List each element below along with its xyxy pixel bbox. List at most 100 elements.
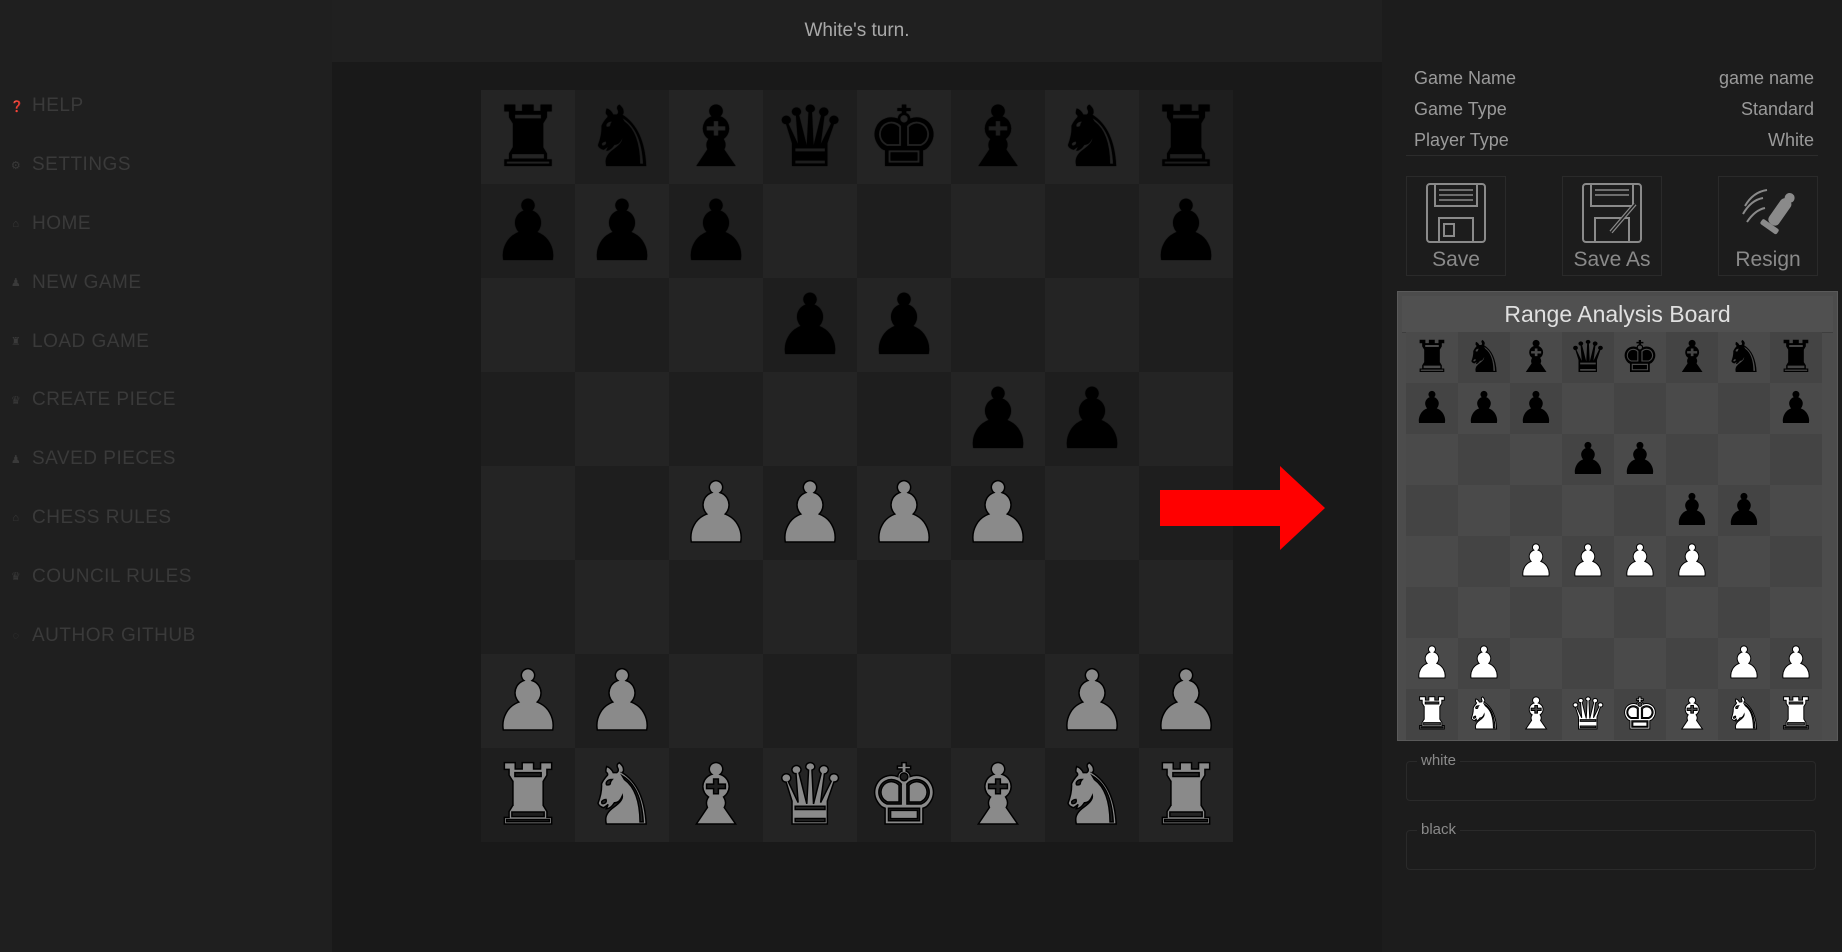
board-square[interactable]: ♝	[669, 90, 763, 184]
board-square[interactable]	[1458, 587, 1510, 638]
board-square[interactable]	[1045, 184, 1139, 278]
board-square[interactable]	[1458, 536, 1510, 587]
board-square[interactable]: ♟	[481, 654, 575, 748]
white-queen-piece[interactable]: ♛	[772, 752, 849, 838]
board-square[interactable]: ♟	[1139, 654, 1233, 748]
white-king-piece[interactable]: ♚	[1620, 692, 1660, 737]
board-square[interactable]	[669, 278, 763, 372]
black-knight-piece[interactable]: ♞	[1724, 335, 1763, 380]
board-square[interactable]: ♜	[1406, 689, 1458, 740]
board-square[interactable]	[1510, 638, 1562, 689]
board-square[interactable]	[1510, 587, 1562, 638]
black-bishop-piece[interactable]: ♝	[678, 95, 753, 179]
board-square[interactable]	[1614, 485, 1666, 536]
board-square[interactable]: ♟	[1406, 638, 1458, 689]
board-square[interactable]	[763, 654, 857, 748]
board-square[interactable]: ♜	[481, 90, 575, 184]
white-knight-piece[interactable]: ♞	[1464, 692, 1504, 737]
board-square[interactable]: ♟	[1666, 485, 1718, 536]
black-bishop-piece[interactable]: ♝	[1672, 335, 1711, 380]
board-square[interactable]: ♟	[1406, 383, 1458, 434]
board-square[interactable]	[1770, 587, 1822, 638]
board-square[interactable]: ♛	[1562, 332, 1614, 383]
white-bishop-piece[interactable]: ♝	[678, 752, 755, 838]
board-square[interactable]	[1718, 536, 1770, 587]
black-pawn-piece[interactable]: ♟	[772, 283, 847, 367]
board-square[interactable]	[481, 560, 575, 654]
board-square[interactable]: ♜	[1406, 332, 1458, 383]
black-knight-piece[interactable]: ♞	[1464, 335, 1503, 380]
white-pawn-piece[interactable]: ♟	[1412, 641, 1452, 686]
white-queen-piece[interactable]: ♛	[1568, 692, 1608, 737]
board-square[interactable]	[1666, 587, 1718, 638]
sidebar-item-settings[interactable]: ⚙ SETTINGS	[0, 136, 332, 195]
white-knight-piece[interactable]: ♞	[1724, 692, 1764, 737]
black-pawn-piece[interactable]: ♟	[1148, 189, 1223, 273]
white-pawn-piece[interactable]: ♟	[1054, 658, 1131, 744]
board-square[interactable]: ♞	[1045, 90, 1139, 184]
white-pawn-piece[interactable]: ♟	[1724, 641, 1764, 686]
board-square[interactable]: ♟	[763, 466, 857, 560]
board-square[interactable]: ♝	[1510, 689, 1562, 740]
black-king-piece[interactable]: ♚	[1620, 335, 1659, 380]
board-square[interactable]	[1562, 485, 1614, 536]
sidebar-item-home[interactable]: ⌂ HOME	[0, 195, 332, 254]
board-square[interactable]: ♜	[1139, 748, 1233, 842]
resign-button[interactable]: Resign	[1718, 176, 1818, 276]
board-square[interactable]: ♟	[481, 184, 575, 278]
white-bishop-piece[interactable]: ♝	[1672, 692, 1712, 737]
white-bishop-piece[interactable]: ♝	[1516, 692, 1556, 737]
board-square[interactable]	[1770, 434, 1822, 485]
board-square[interactable]: ♜	[1770, 689, 1822, 740]
black-rook-piece[interactable]: ♜	[1412, 335, 1451, 380]
board-square[interactable]: ♝	[1666, 332, 1718, 383]
board-square[interactable]	[1614, 587, 1666, 638]
board-square[interactable]: ♝	[1510, 332, 1562, 383]
white-pawn-piece[interactable]: ♟	[960, 470, 1037, 556]
board-square[interactable]	[669, 654, 763, 748]
board-square[interactable]: ♟	[1718, 638, 1770, 689]
board-square[interactable]: ♞	[1718, 689, 1770, 740]
board-square[interactable]	[575, 278, 669, 372]
board-square[interactable]	[575, 372, 669, 466]
white-field[interactable]: white	[1406, 752, 1816, 801]
board-square[interactable]	[763, 372, 857, 466]
board-square[interactable]: ♛	[763, 90, 857, 184]
white-bishop-piece[interactable]: ♝	[960, 752, 1037, 838]
board-square[interactable]: ♚	[1614, 689, 1666, 740]
board-square[interactable]: ♟	[669, 466, 763, 560]
board-square[interactable]: ♟	[1510, 536, 1562, 587]
board-square[interactable]	[481, 372, 575, 466]
board-square[interactable]: ♝	[951, 90, 1045, 184]
board-square[interactable]	[481, 466, 575, 560]
board-square[interactable]	[1045, 278, 1139, 372]
board-square[interactable]: ♟	[1139, 184, 1233, 278]
black-pawn-piece[interactable]: ♟	[678, 189, 753, 273]
sidebar-item-load-game[interactable]: ♜ LOAD GAME	[0, 312, 332, 371]
board-square[interactable]	[481, 278, 575, 372]
black-pawn-piece[interactable]: ♟	[584, 189, 659, 273]
black-field[interactable]: black	[1406, 821, 1816, 870]
sidebar-item-author-github[interactable]: ◌ AUTHOR GITHUB	[0, 606, 332, 665]
black-pawn-piece[interactable]: ♟	[1672, 488, 1711, 533]
board-square[interactable]	[1406, 434, 1458, 485]
board-square[interactable]	[1718, 434, 1770, 485]
black-pawn-piece[interactable]: ♟	[1724, 488, 1763, 533]
black-pawn-piece[interactable]: ♟	[1776, 386, 1815, 431]
board-square[interactable]: ♟	[1562, 536, 1614, 587]
board-square[interactable]	[951, 560, 1045, 654]
black-pawn-piece[interactable]: ♟	[1568, 437, 1607, 482]
white-pawn-piece[interactable]: ♟	[1148, 658, 1225, 744]
black-pawn-piece[interactable]: ♟	[866, 283, 941, 367]
board-square[interactable]	[1562, 638, 1614, 689]
board-square[interactable]: ♝	[1666, 689, 1718, 740]
black-bishop-piece[interactable]: ♝	[1516, 335, 1555, 380]
board-square[interactable]: ♟	[1614, 536, 1666, 587]
board-square[interactable]	[1406, 587, 1458, 638]
board-square[interactable]: ♜	[1770, 332, 1822, 383]
board-square[interactable]	[857, 372, 951, 466]
black-queen-piece[interactable]: ♛	[772, 95, 847, 179]
white-pawn-piece[interactable]: ♟	[1568, 539, 1608, 584]
board-square[interactable]: ♟	[1718, 485, 1770, 536]
black-rook-piece[interactable]: ♜	[1776, 335, 1815, 380]
